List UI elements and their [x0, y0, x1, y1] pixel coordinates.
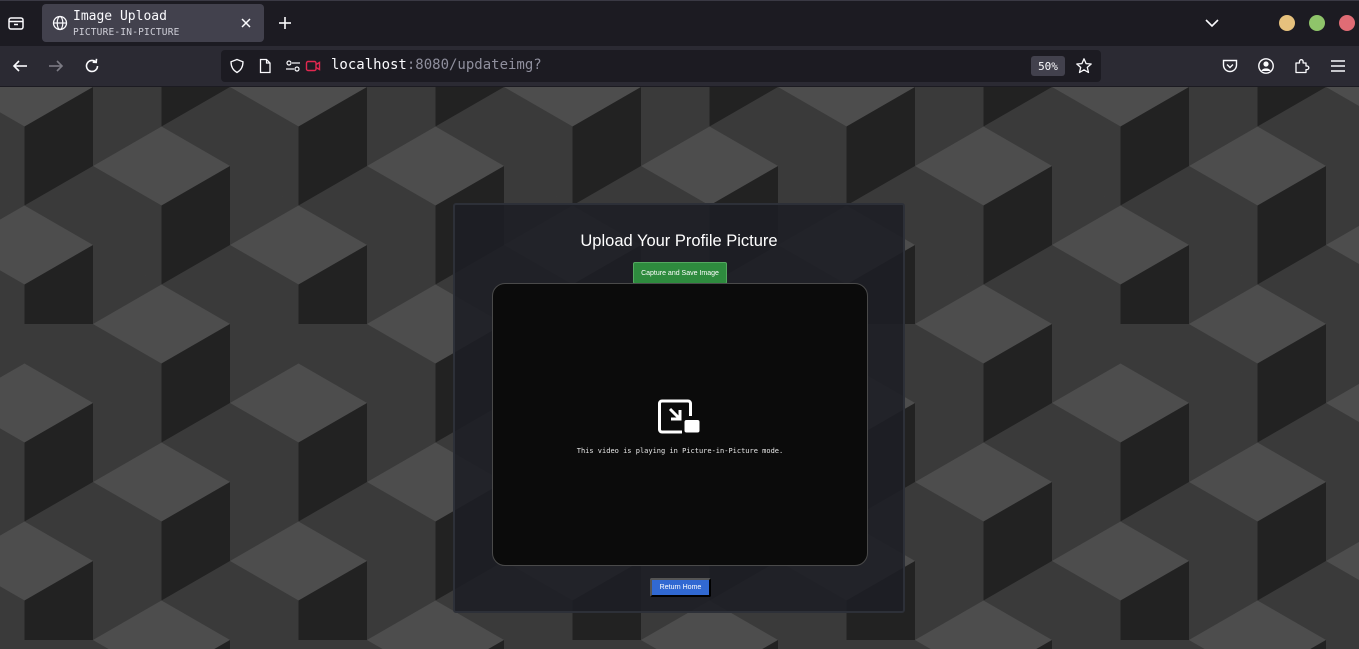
url-text[interactable]: localhost:8080/updateimg? — [331, 57, 542, 73]
chevron-down-icon[interactable] — [1201, 13, 1223, 33]
globe-icon — [52, 15, 68, 31]
return-home-button[interactable]: Return Home — [650, 578, 711, 597]
capture-and-save-button[interactable]: Capture and Save Image — [633, 262, 727, 284]
extensions-icon[interactable] — [1290, 54, 1314, 78]
minimize-window-button[interactable] — [1279, 15, 1295, 31]
upload-card: Upload Your Profile Picture Capture and … — [453, 203, 905, 613]
navigation-toolbar: localhost:8080/updateimg? 50% — [0, 46, 1359, 86]
permissions-icon[interactable] — [285, 58, 301, 74]
pip-message: This video is playing in Picture-in-Pict… — [576, 447, 784, 455]
zoom-level-button[interactable]: 50% — [1031, 56, 1065, 76]
picture-in-picture-icon — [658, 399, 700, 434]
account-icon[interactable] — [1254, 54, 1278, 78]
reload-icon[interactable] — [80, 54, 104, 78]
shield-icon[interactable] — [229, 58, 245, 74]
video-player[interactable]: This video is playing in Picture-in-Pict… — [492, 283, 868, 566]
page-content: Upload Your Profile Picture Capture and … — [0, 87, 1359, 649]
url-path: :8080/updateimg? — [406, 57, 542, 73]
close-window-button[interactable] — [1339, 15, 1355, 31]
page-title: Upload Your Profile Picture — [580, 232, 778, 250]
tab-strip: Image Upload PICTURE-IN-PICTURE — [0, 0, 1359, 46]
star-icon[interactable] — [1075, 57, 1093, 75]
maximize-window-button[interactable] — [1309, 15, 1325, 31]
tab-strip-border — [0, 0, 1359, 1]
close-icon[interactable] — [238, 15, 254, 31]
pocket-icon[interactable] — [1218, 54, 1242, 78]
camera-sharing-icon[interactable] — [305, 58, 321, 74]
tab-subtitle: PICTURE-IN-PICTURE — [73, 27, 180, 38]
tab-title: Image Upload — [73, 9, 167, 24]
hamburger-menu-icon[interactable] — [1326, 54, 1350, 78]
url-host: localhost — [331, 57, 407, 73]
active-tab[interactable]: Image Upload PICTURE-IN-PICTURE — [42, 4, 264, 42]
url-bar[interactable]: localhost:8080/updateimg? 50% — [221, 50, 1101, 82]
plus-icon[interactable] — [274, 12, 296, 34]
forward-arrow-icon — [44, 54, 68, 78]
list-all-tabs-icon[interactable] — [4, 11, 28, 35]
page-icon[interactable] — [257, 58, 273, 74]
back-arrow-icon[interactable] — [8, 54, 32, 78]
